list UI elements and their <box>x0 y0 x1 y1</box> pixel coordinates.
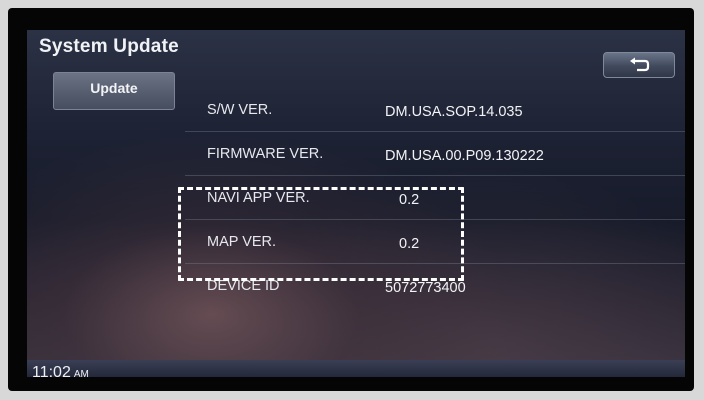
row-value: DM.USA.SOP.14.035 <box>385 104 523 120</box>
status-bar <box>27 360 685 377</box>
back-button[interactable] <box>603 52 675 78</box>
info-row-firmware-version: FIRMWARE VER. DM.USA.00.P09.130222 <box>185 132 685 176</box>
clock-time: 11:02 <box>32 364 71 381</box>
head-unit-screen: System Update Update S/W VER. DM.USA.SOP… <box>27 30 685 377</box>
clock: 11:02 AM <box>32 364 89 382</box>
tab-update[interactable]: Update <box>53 72 175 110</box>
info-row-sw-version: S/W VER. DM.USA.SOP.14.035 <box>185 88 685 132</box>
row-value: DM.USA.00.P09.130222 <box>385 148 544 164</box>
row-value: 5072773400 <box>385 280 466 296</box>
clock-ampm: AM <box>73 369 89 380</box>
device-frame: System Update Update S/W VER. DM.USA.SOP… <box>8 8 694 391</box>
row-label: S/W VER. <box>207 102 273 118</box>
page-title: System Update <box>39 36 179 57</box>
highlight-annotation-box <box>178 187 464 281</box>
row-label: FIRMWARE VER. <box>207 146 324 162</box>
back-arrow-icon <box>630 57 650 72</box>
